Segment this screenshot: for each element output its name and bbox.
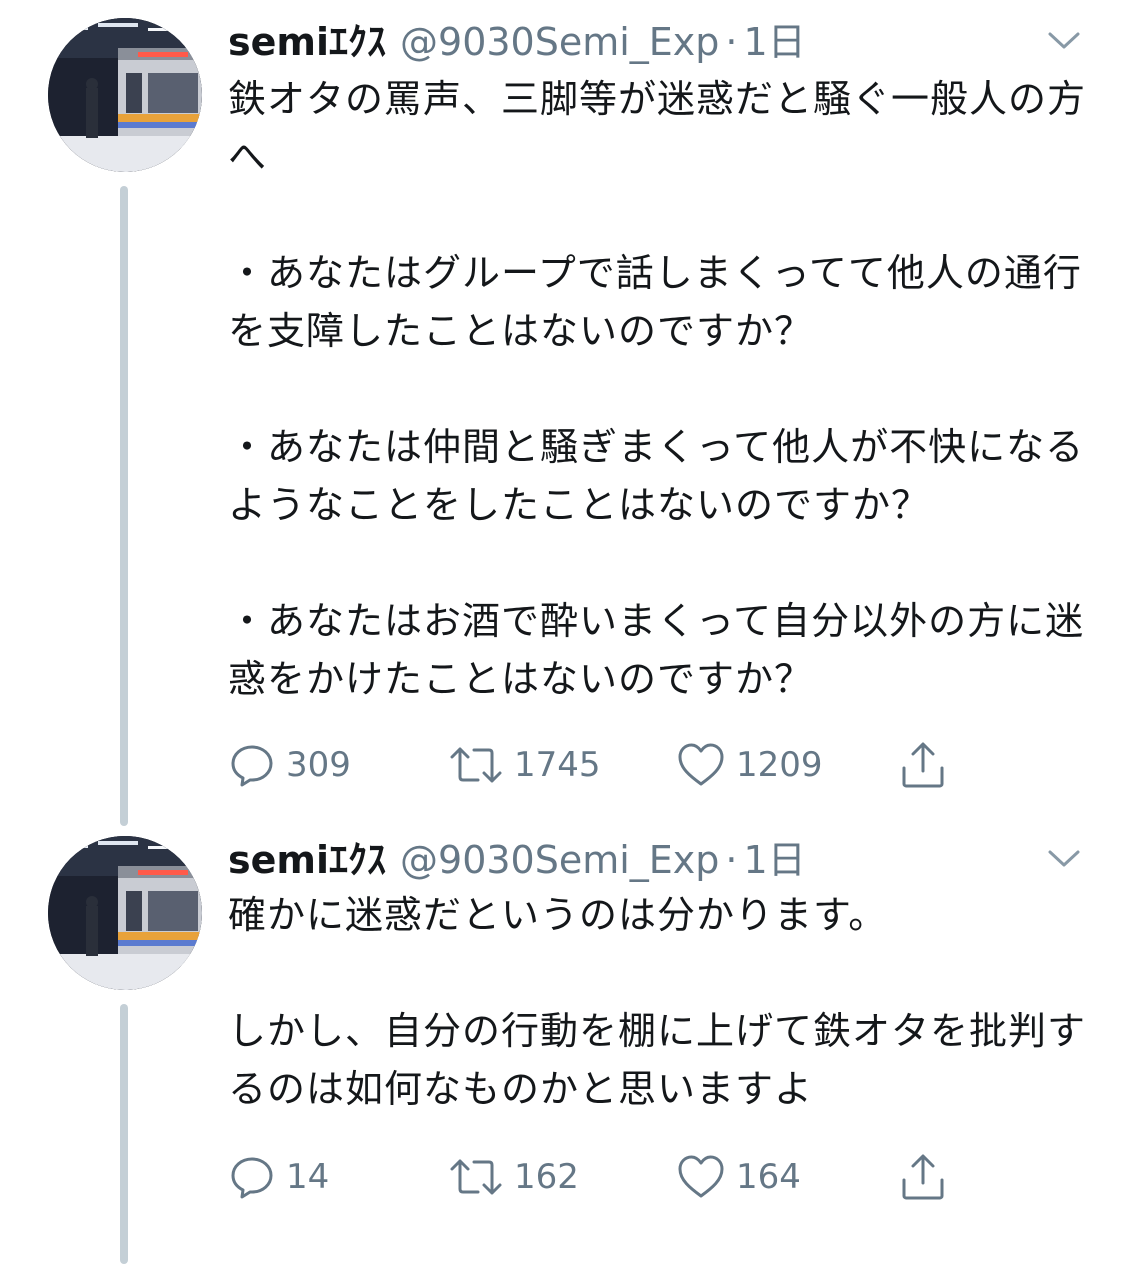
like-button[interactable]: 164 [676,1152,801,1202]
user-handle[interactable]: @9030Semi_Exp [400,836,719,884]
tweet-actions: 14 162 164 [228,1152,968,1202]
tweet-header: semiｴｸｽ @9030Semi_Exp · 1日 [228,18,806,66]
share-icon [898,1152,948,1202]
retweet-count: 162 [514,1157,579,1197]
tweet-header: semiｴｸｽ @9030Semi_Exp · 1日 [228,836,806,884]
avatar[interactable] [48,18,202,172]
thread-line [120,1004,128,1264]
chevron-down-icon[interactable] [1044,28,1084,54]
tweet-paragraph: 確かに迷惑だというのは分かります。 [228,893,888,937]
reply-icon [228,741,276,789]
reply-icon [228,1153,276,1201]
retweet-button[interactable]: 162 [448,1152,579,1202]
retweet-icon [448,741,504,789]
reply-button[interactable]: 14 [228,1152,329,1202]
display-name[interactable]: semiｴｸｽ [228,836,386,884]
timestamp[interactable]: 1日 [744,836,806,884]
like-count: 164 [736,1157,801,1197]
like-button[interactable]: 1209 [676,740,823,790]
reply-count: 14 [286,1157,330,1197]
thread-line [120,186,128,826]
heart-icon [676,1153,726,1201]
avatar[interactable] [48,836,202,990]
retweet-icon [448,1153,504,1201]
avatar-train-image [48,18,202,172]
tweet-2[interactable]: semiｴｸｽ @9030Semi_Exp · 1日 確かに迷惑だというのは分か… [0,836,1125,1264]
share-button[interactable] [898,1152,948,1202]
retweet-button[interactable]: 1745 [448,740,601,790]
tweet-paragraph: しかし、自分の行動を棚に上げて鉄オタを批判するのは如何なものかと思いますよ [228,1009,1087,1111]
like-count: 1209 [736,745,823,785]
reply-count: 309 [286,745,351,785]
share-button[interactable] [898,740,948,790]
tweet-text: 確かに迷惑だというのは分かります。 しかし、自分の行動を棚に上げて鉄オタを批判す… [228,886,1088,1118]
separator: · [725,838,738,882]
tweet-paragraph: ・あなたはお酒で酔いまくって自分以外の方に迷惑をかけたことはないのですか？ [228,599,1085,701]
avatar-train-image [48,836,202,990]
tweet-paragraph: 鉄オタの罵声、三脚等が迷惑だと騒ぐ一般人の方へ [228,77,1087,179]
share-icon [898,740,948,790]
heart-icon [676,741,726,789]
reply-button[interactable]: 309 [228,740,351,790]
tweet-paragraph: ・あなたは仲間と騒ぎまくって他人が不快になるようなことをしたことはないのですか？ [228,425,1085,527]
tweet-actions: 309 1745 1209 [228,740,968,790]
tweet-text: 鉄オタの罵声、三脚等が迷惑だと騒ぐ一般人の方へ ・あなたはグループで話しまくって… [228,70,1088,708]
separator: · [725,20,738,64]
tweet-1[interactable]: semiｴｸｽ @9030Semi_Exp · 1日 鉄オタの罵声、三脚等が迷惑… [0,0,1125,830]
retweet-count: 1745 [514,745,601,785]
display-name[interactable]: semiｴｸｽ [228,18,386,66]
tweet-paragraph: ・あなたはグループで話しまくってて他人の通行を支障したことはないのですか？ [228,251,1082,353]
user-handle[interactable]: @9030Semi_Exp [400,18,719,66]
timestamp[interactable]: 1日 [744,18,806,66]
chevron-down-icon[interactable] [1044,846,1084,872]
